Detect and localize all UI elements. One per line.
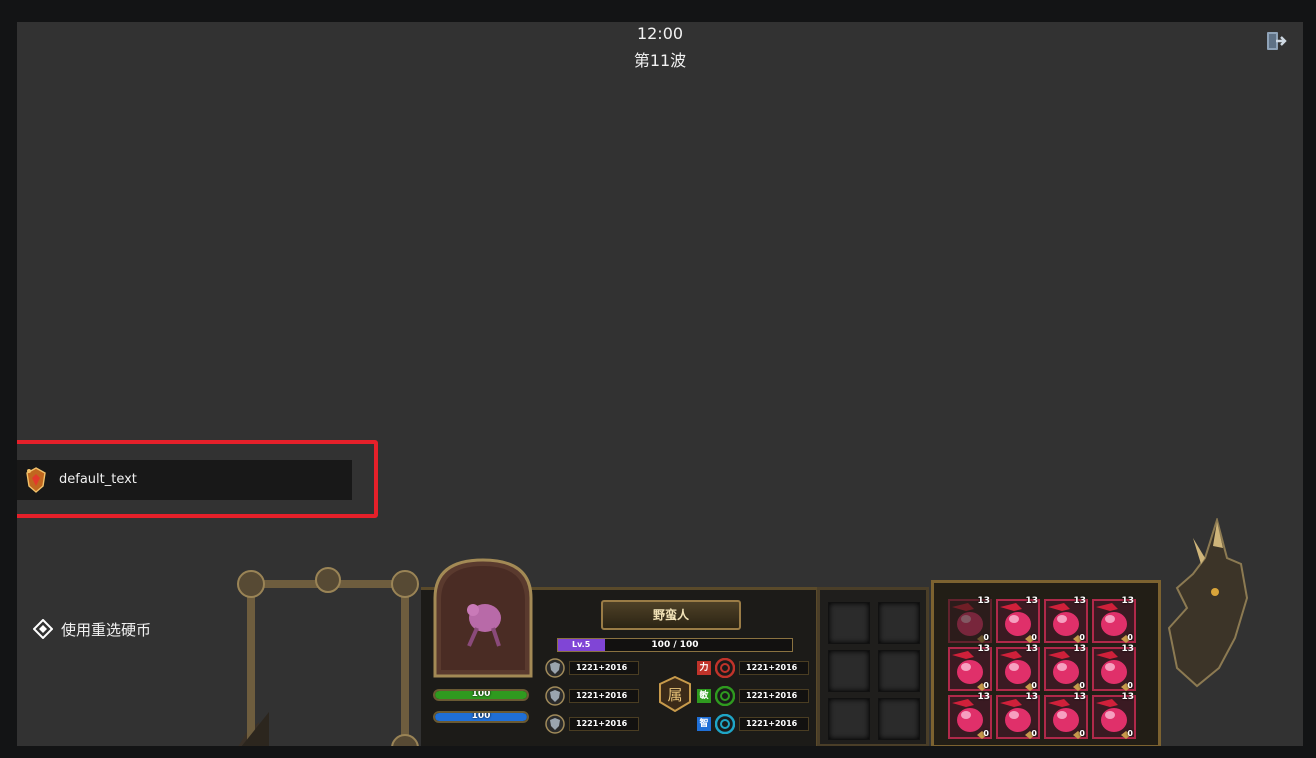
item-count: 13 — [1121, 596, 1134, 606]
inventory-slot[interactable]: 13 0 — [1044, 596, 1088, 643]
reroll-coin-label: 使用重选硬币 — [61, 620, 152, 639]
item-subcount: 0 — [1127, 633, 1133, 642]
inventory-slot[interactable]: 13 0 — [948, 596, 992, 643]
shield-emblem-icon — [26, 467, 46, 493]
item-count: 13 — [1073, 596, 1086, 606]
defense-stat-value: 1221+2016 — [569, 717, 639, 731]
item-count: 13 — [977, 644, 990, 654]
game-viewport: 12:00 第11波 default_text 使用重选硬币 100 100 野… — [17, 22, 1303, 746]
mana-bar: 100 — [433, 711, 529, 723]
inventory-slot[interactable]: 13 0 — [948, 644, 992, 691]
attribute-stat-value: 1221+2016 — [739, 717, 809, 731]
item-subcount: 0 — [1031, 681, 1037, 690]
health-value: 100 — [471, 689, 491, 699]
notification-text: default_text — [59, 472, 137, 487]
attribute-stat-row: 1221+2016 — [715, 686, 809, 706]
defense-stat-value: 1221+2016 — [569, 661, 639, 675]
attribute-emblem-icon: 属 — [659, 676, 691, 712]
dragon-ornament — [1167, 518, 1249, 688]
experience-bar: Lv.5 100 / 100 — [557, 638, 793, 652]
attribute-stat-row: 1221+2016 — [715, 658, 809, 678]
inventory-slot[interactable]: 13 0 — [948, 692, 992, 739]
reroll-coin-button[interactable]: 使用重选硬币 — [33, 618, 151, 640]
item-count: 13 — [977, 596, 990, 606]
wave-counter: 第11波 — [633, 51, 687, 70]
item-subcount: 0 — [1127, 681, 1133, 690]
defense-stat-row: 1221+2016 — [545, 714, 639, 734]
item-subcount: 0 — [1079, 729, 1085, 738]
item-count: 13 — [1121, 692, 1134, 702]
inventory-slot[interactable]: 13 0 — [1092, 596, 1136, 643]
class-glyph: 属 — [667, 686, 682, 704]
item-subcount: 0 — [983, 633, 989, 642]
attribute-ring-icon — [715, 714, 735, 734]
item-count: 13 — [1073, 692, 1086, 702]
health-bar: 100 — [433, 689, 529, 701]
minimap-frame — [237, 567, 419, 746]
defense-stat-value: 1221+2016 — [569, 689, 639, 703]
inventory-grid: 13 0 13 0 13 0 13 0 13 0 13 0 13 0 13 0 13 0 13 0 13 0 13 0 — [931, 580, 1161, 746]
inventory-slot[interactable]: 13 0 — [996, 692, 1040, 739]
attribute-ring-icon — [715, 686, 735, 706]
exit-button[interactable] — [1265, 30, 1287, 52]
backpack-slot[interactable] — [828, 602, 870, 644]
hero-portrait[interactable] — [433, 558, 533, 678]
inventory-slot[interactable]: 13 0 — [1092, 644, 1136, 691]
attribute-stat-value: 1221+2016 — [739, 689, 809, 703]
inventory-slot[interactable]: 13 0 — [1044, 692, 1088, 739]
attribute-stat-value: 1221+2016 — [739, 661, 809, 675]
notification-banner: default_text — [17, 460, 352, 500]
item-count: 13 — [977, 692, 990, 702]
backpack-slot[interactable] — [828, 698, 870, 740]
attribute-ring-icon — [715, 658, 735, 678]
shield-icon — [545, 686, 565, 706]
item-subcount: 0 — [1031, 633, 1037, 642]
attribute-stat-row: 1221+2016 — [715, 714, 809, 734]
item-subcount: 0 — [983, 681, 989, 690]
backpack-slot[interactable] — [828, 650, 870, 692]
item-count: 13 — [1121, 644, 1134, 654]
item-count: 13 — [1025, 596, 1038, 606]
hero-name-plate: 野蛮人 — [601, 600, 741, 630]
item-count: 13 — [1025, 692, 1038, 702]
attribute-tag: 智 — [697, 717, 711, 731]
attribute-tag: 力 — [697, 661, 711, 675]
item-subcount: 0 — [983, 729, 989, 738]
inventory-slot[interactable]: 13 0 — [996, 596, 1040, 643]
defense-stat-row: 1221+2016 — [545, 658, 639, 678]
item-count: 13 — [1073, 644, 1086, 654]
inventory-slot[interactable]: 13 0 — [996, 644, 1040, 691]
item-subcount: 0 — [1127, 729, 1133, 738]
inventory-slot[interactable]: 13 0 — [1044, 644, 1088, 691]
defense-stat-row: 1221+2016 — [545, 686, 639, 706]
diamond-icon — [33, 619, 53, 639]
backpack-grid — [817, 587, 929, 746]
mana-value: 100 — [471, 711, 491, 721]
game-clock: 12:00 — [636, 24, 684, 43]
exit-door-icon — [1267, 32, 1287, 50]
backpack-slot[interactable] — [878, 650, 920, 692]
item-count: 13 — [1025, 644, 1038, 654]
inventory-slot[interactable]: 13 0 — [1092, 692, 1136, 739]
shield-icon — [545, 658, 565, 678]
attribute-tag: 敏 — [697, 689, 711, 703]
item-subcount: 0 — [1079, 681, 1085, 690]
experience-value: 100 / 100 — [651, 640, 699, 650]
shield-icon — [545, 714, 565, 734]
backpack-slot[interactable] — [878, 602, 920, 644]
item-subcount: 0 — [1079, 633, 1085, 642]
item-subcount: 0 — [1031, 729, 1037, 738]
backpack-slot[interactable] — [878, 698, 920, 740]
